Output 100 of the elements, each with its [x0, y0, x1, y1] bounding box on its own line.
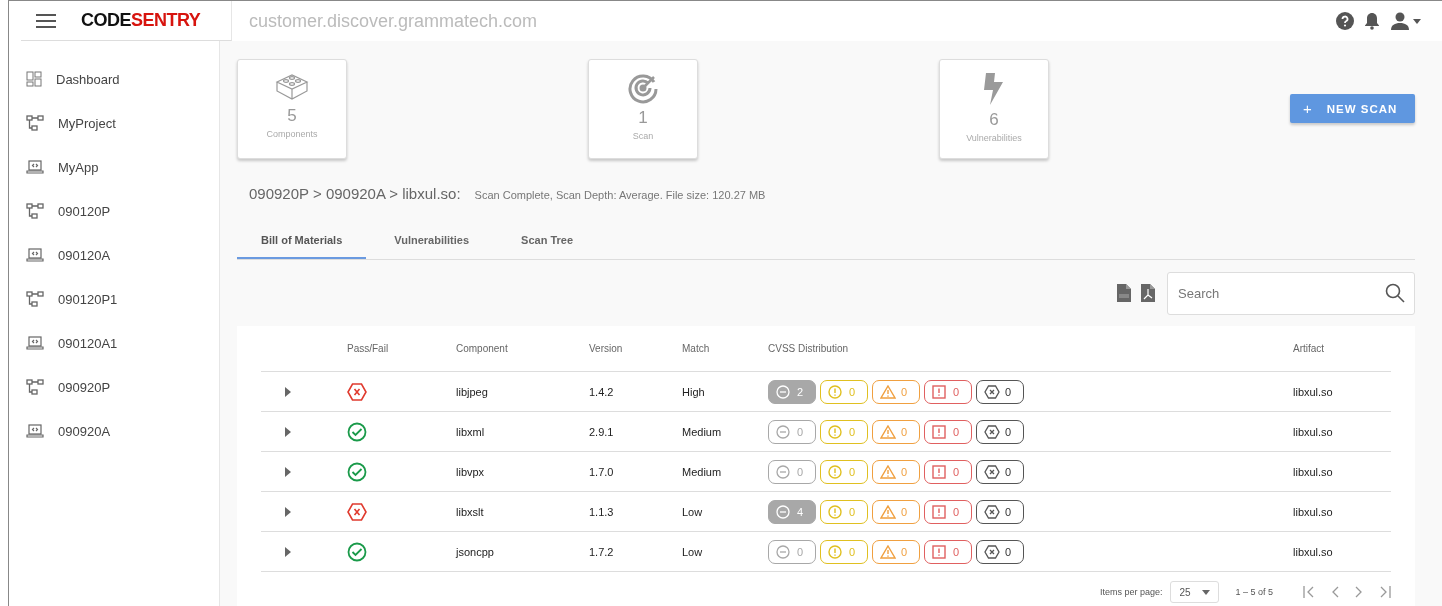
warning-triangle-icon [880, 464, 896, 479]
caret-icon [1202, 589, 1211, 595]
next-page-icon[interactable] [1355, 585, 1363, 599]
fail-icon [347, 502, 367, 521]
minus-circle-icon [776, 424, 790, 439]
table-cell: 1.1.3 [589, 505, 614, 518]
hierarchy-icon [26, 379, 44, 395]
severity-count: 2 [768, 379, 816, 404]
severity-count: 0 [872, 499, 920, 524]
expand-icon[interactable] [283, 425, 293, 438]
user-menu-icon[interactable] [1390, 11, 1422, 30]
severity-count: 0 [976, 379, 1024, 404]
page-range: 1 – 5 of 5 [1235, 587, 1273, 597]
exclamation-square-icon [932, 464, 946, 479]
severity-count: 0 [924, 379, 972, 404]
table-cell: Medium [682, 465, 722, 478]
menu-icon[interactable] [35, 12, 57, 29]
fail-icon [347, 382, 367, 401]
expand-icon[interactable] [283, 545, 293, 558]
severity-count: 0 [924, 419, 972, 444]
exclamation-square-icon [932, 504, 946, 519]
tab[interactable]: Vulnerabilities [370, 234, 494, 259]
help-icon[interactable] [1336, 11, 1354, 30]
exclamation-square-icon [932, 424, 946, 439]
severity-count: 0 [976, 499, 1024, 524]
column-header: Artifact [1293, 343, 1325, 354]
severity-count: 0 [768, 539, 816, 564]
sidebar-item[interactable]: Dashboard [9, 57, 219, 101]
table-cell: libxul.so [1293, 425, 1333, 438]
lightning-icon [983, 72, 1005, 106]
x-hexagon-icon [984, 504, 1000, 519]
exclamation-circle-icon [828, 504, 842, 519]
search-field[interactable]: Search [1167, 271, 1415, 315]
sidebar-item[interactable]: MyApp [9, 145, 219, 189]
exclamation-square-icon [932, 384, 946, 399]
sidebar-item[interactable]: 090920P [9, 365, 219, 409]
x-hexagon-icon [984, 424, 1000, 439]
severity-count: 0 [924, 459, 972, 484]
target-icon [627, 72, 659, 104]
warning-triangle-icon [880, 384, 896, 399]
severity-count: 0 [820, 419, 868, 444]
severity-count: 0 [872, 379, 920, 404]
severity-count: 0 [768, 459, 816, 484]
severity-count: 0 [820, 459, 868, 484]
search-icon[interactable] [1385, 282, 1405, 303]
minus-circle-icon [776, 464, 790, 479]
exclamation-square-icon [932, 544, 946, 559]
severity-count: 0 [820, 539, 868, 564]
last-page-icon[interactable] [1379, 585, 1391, 599]
minus-circle-icon [776, 544, 790, 559]
brick-icon [275, 72, 309, 102]
sidebar-item[interactable]: 090120P1 [9, 277, 219, 321]
items-per-page-label: Items per page: [1099, 587, 1163, 597]
expand-icon[interactable] [283, 465, 293, 478]
logo: CODESENTRY [81, 10, 201, 31]
table-cell: libxul.so [1293, 385, 1333, 398]
table-cell: libxul.so [1293, 465, 1333, 478]
table-cell: High [682, 385, 705, 398]
scan-details: Scan Complete, Scan Depth: Average. File size: 120.27 MB [474, 189, 766, 201]
tab[interactable]: Scan Tree [497, 234, 598, 259]
expand-icon[interactable] [283, 385, 293, 398]
tab[interactable]: Bill of Materials [237, 234, 367, 259]
pass-icon [347, 541, 367, 562]
warning-triangle-icon [880, 504, 896, 519]
sidebar-item[interactable]: 090120A [9, 233, 219, 277]
bell-icon[interactable] [1364, 11, 1380, 30]
severity-count: 0 [976, 459, 1024, 484]
pdf-file-icon[interactable] [1141, 284, 1155, 302]
severity-count: 0 [976, 419, 1024, 444]
severity-count: 0 [924, 539, 972, 564]
severity-count: 0 [872, 419, 920, 444]
exclamation-circle-icon [828, 384, 842, 399]
sidebar-item[interactable]: MyProject [9, 101, 219, 145]
csv-file-icon[interactable] [1117, 284, 1131, 302]
table-cell: Low [682, 505, 703, 518]
laptop-icon [26, 159, 44, 175]
sidebar-item[interactable]: 090120A1 [9, 321, 219, 365]
exclamation-circle-icon [828, 464, 842, 479]
table-cell: libxul.so [1293, 505, 1333, 518]
expand-icon[interactable] [283, 505, 293, 518]
severity-count: 0 [768, 419, 816, 444]
minus-circle-icon [776, 504, 790, 519]
severity-count: 0 [924, 499, 972, 524]
sidebar-item[interactable]: 090120P [9, 189, 219, 233]
previous-page-icon[interactable] [1331, 585, 1339, 599]
severity-count: 0 [820, 379, 868, 404]
first-page-icon[interactable] [1303, 585, 1315, 599]
laptop-icon [26, 335, 44, 351]
table-cell: 1.4.2 [589, 385, 614, 398]
table-cell: Medium [682, 425, 722, 438]
page-size-select[interactable]: 25 [1170, 581, 1220, 603]
severity-count: 0 [820, 499, 868, 524]
x-hexagon-icon [984, 544, 1000, 559]
table-cell: libxul.so [1293, 545, 1333, 558]
table-cell: 1.7.0 [589, 465, 614, 478]
sidebar-item[interactable]: 090920A [9, 409, 219, 453]
table-cell: libxslt [456, 505, 484, 518]
x-hexagon-icon [984, 384, 1000, 399]
hierarchy-icon [26, 115, 44, 131]
column-header: Match [682, 343, 710, 354]
